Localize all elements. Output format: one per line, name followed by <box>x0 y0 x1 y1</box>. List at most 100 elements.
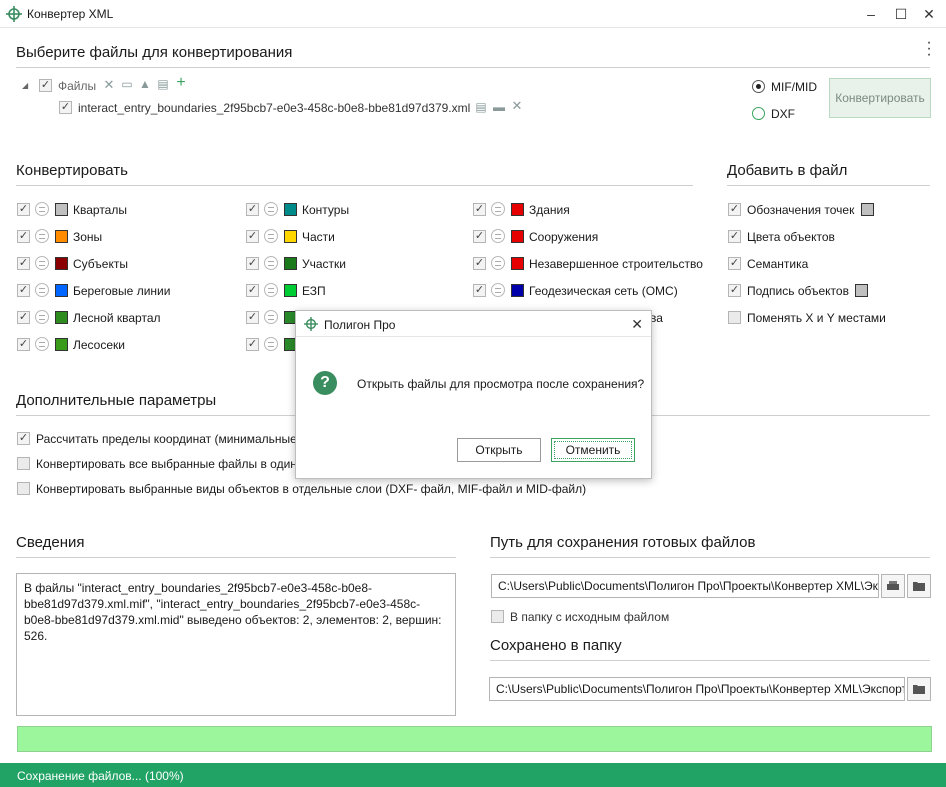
add-option-checkbox[interactable] <box>728 203 741 216</box>
layer-label: Части <box>302 230 335 244</box>
info-text-box[interactable]: В файлы "interact_entry_boundaries_2f95b… <box>16 573 456 716</box>
option-color-swatch[interactable] <box>855 284 868 297</box>
extra-param-checkbox[interactable] <box>17 432 30 445</box>
layer-style-icon[interactable] <box>491 283 505 297</box>
layer-checkbox[interactable] <box>246 203 259 216</box>
add-option-checkbox[interactable] <box>728 257 741 270</box>
add-option-checkbox[interactable] <box>728 284 741 297</box>
saved-to-section-title: Сохранено в папку <box>490 637 622 654</box>
add-folder-icon[interactable]: ▭ <box>120 78 134 90</box>
layer-checkbox[interactable] <box>17 284 30 297</box>
layer-color-swatch[interactable] <box>284 284 297 297</box>
files-root-checkbox[interactable] <box>39 79 52 92</box>
layer-color-swatch[interactable] <box>55 203 68 216</box>
same-folder-checkbox[interactable] <box>491 610 504 623</box>
format-dxf-radio[interactable] <box>752 107 765 120</box>
layer-checkbox[interactable] <box>246 284 259 297</box>
print-icon[interactable]: ▤ <box>474 101 488 113</box>
layer-style-icon[interactable] <box>264 337 278 351</box>
layer-label: Здания <box>529 203 570 217</box>
cancel-button[interactable]: Отменить <box>551 438 635 462</box>
layer-label: Субъекты <box>73 257 128 271</box>
import-icon[interactable]: ▤ <box>156 78 170 90</box>
extra-param-checkbox[interactable] <box>17 457 30 470</box>
same-folder-label: В папку с исходным файлом <box>510 610 670 624</box>
layer-style-icon[interactable] <box>264 256 278 270</box>
layer-style-icon[interactable] <box>35 310 49 324</box>
layer-checkbox[interactable] <box>17 203 30 216</box>
layer-checkbox[interactable] <box>17 257 30 270</box>
layer-style-icon[interactable] <box>491 256 505 270</box>
layer-color-swatch[interactable] <box>55 284 68 297</box>
tree-expand-icon[interactable]: ◢ <box>22 81 28 90</box>
more-menu-icon[interactable]: · · · <box>925 35 933 63</box>
confirm-dialog: Полигон Про ✕ ? Открыть файлы для просмо… <box>295 310 652 479</box>
layer-checkbox[interactable] <box>246 257 259 270</box>
layer-style-icon[interactable] <box>264 229 278 243</box>
layer-color-swatch[interactable] <box>511 203 524 216</box>
layer-color-swatch[interactable] <box>55 230 68 243</box>
convert-button[interactable]: Конвертировать <box>829 78 931 118</box>
extra-param-label: Конвертировать все выбранные файлы в оди… <box>36 457 297 471</box>
remove-file-icon[interactable]: ✕ <box>510 99 524 112</box>
maximize-button[interactable]: ☐ <box>886 2 916 26</box>
layer-style-icon[interactable] <box>35 229 49 243</box>
layer-checkbox[interactable] <box>17 311 30 324</box>
layer-color-swatch[interactable] <box>55 338 68 351</box>
layer-style-icon[interactable] <box>35 337 49 351</box>
layer-style-icon[interactable] <box>264 283 278 297</box>
layer-color-swatch[interactable] <box>284 203 297 216</box>
layer-checkbox[interactable] <box>17 230 30 243</box>
layer-color-swatch[interactable] <box>55 311 68 324</box>
layer-label: Контуры <box>302 203 350 217</box>
browse-folder-button[interactable] <box>907 574 931 598</box>
printer-button[interactable] <box>881 574 905 598</box>
layer-color-swatch[interactable] <box>511 257 524 270</box>
extra-param-checkbox[interactable] <box>17 482 30 495</box>
add-option-label: Обозначения точек <box>747 203 855 217</box>
layer-checkbox[interactable] <box>246 230 259 243</box>
convert-section-title: Конвертировать <box>16 162 128 179</box>
remove-icon[interactable]: ✕ <box>102 78 116 91</box>
add-image-icon[interactable]: ▲ <box>138 78 152 90</box>
layer-style-icon[interactable] <box>35 202 49 216</box>
layer-style-icon[interactable] <box>264 310 278 324</box>
minimize-button[interactable]: – <box>856 2 886 26</box>
add-option-label: Цвета объектов <box>747 230 835 244</box>
extra-params-section-title: Дополнительные параметры <box>16 392 217 409</box>
layer-style-icon[interactable] <box>35 256 49 270</box>
add-icon[interactable]: + <box>174 75 188 91</box>
save-path-input[interactable]: C:\Users\Public\Documents\Полигон Про\Пр… <box>491 574 879 598</box>
layer-color-swatch[interactable] <box>511 284 524 297</box>
open-button[interactable]: Открыть <box>457 438 541 462</box>
dialog-close-icon[interactable]: ✕ <box>631 316 643 333</box>
layer-checkbox[interactable] <box>473 203 486 216</box>
saved-to-input[interactable]: C:\Users\Public\Documents\Полигон Про\Пр… <box>489 677 905 701</box>
layer-checkbox[interactable] <box>473 284 486 297</box>
layer-style-icon[interactable] <box>491 202 505 216</box>
layer-color-swatch[interactable] <box>55 257 68 270</box>
layer-color-swatch[interactable] <box>284 257 297 270</box>
open-folder-icon[interactable]: ▬ <box>492 101 506 113</box>
extra-param-label: Рассчитать пределы координат (минимальны… <box>36 432 297 446</box>
file-checkbox[interactable] <box>59 101 72 114</box>
close-window-button[interactable]: ✕ <box>914 2 944 26</box>
layer-checkbox[interactable] <box>17 338 30 351</box>
save-path-section-title: Путь для сохранения готовых файлов <box>490 534 756 551</box>
layer-style-icon[interactable] <box>491 229 505 243</box>
layer-label: ЕЗП <box>302 284 326 298</box>
layer-style-icon[interactable] <box>264 202 278 216</box>
format-mif-radio[interactable] <box>752 80 765 93</box>
layer-style-icon[interactable] <box>35 283 49 297</box>
add-option-checkbox[interactable] <box>728 230 741 243</box>
option-color-swatch[interactable] <box>861 203 874 216</box>
layer-checkbox[interactable] <box>246 311 259 324</box>
layer-color-swatch[interactable] <box>284 230 297 243</box>
layer-checkbox[interactable] <box>473 230 486 243</box>
layer-checkbox[interactable] <box>473 257 486 270</box>
layer-checkbox[interactable] <box>246 338 259 351</box>
add-option-checkbox[interactable] <box>728 311 741 324</box>
open-saved-folder-button[interactable] <box>907 677 931 701</box>
title-bar: Конвертер XML – ☐ ✕ <box>0 0 946 28</box>
layer-color-swatch[interactable] <box>511 230 524 243</box>
